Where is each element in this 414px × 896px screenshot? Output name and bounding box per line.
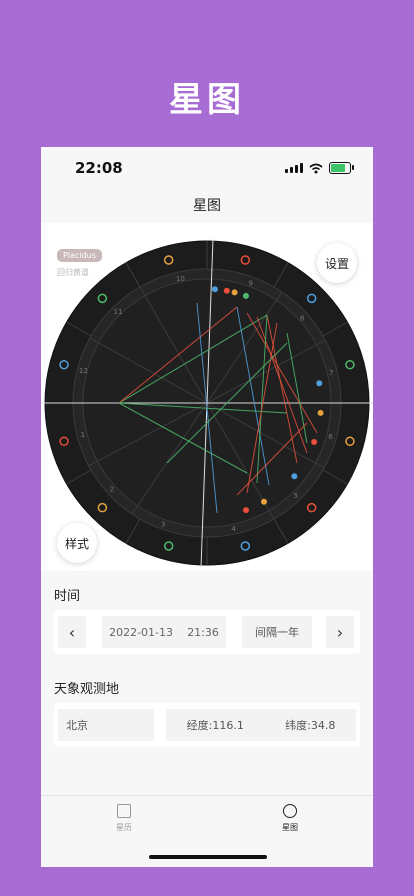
planet-marker [223, 287, 230, 294]
house-number: 11 [114, 308, 123, 316]
nav-title: 星图 [193, 198, 221, 214]
house-number: 3 [161, 520, 165, 528]
settings-button[interactable]: 设置 [317, 243, 357, 283]
status-icons [285, 161, 354, 175]
datetime-picker[interactable]: 2022-01-13 21:36 [102, 616, 226, 648]
location-selector: 北京 经度:116.1 纬度:34.8 [54, 703, 360, 747]
hero-title: 星图 [169, 80, 245, 120]
longitude-value: 经度:116.1 [186, 719, 244, 732]
city-field[interactable]: 北京 [58, 709, 154, 741]
status-time: 22:08 [75, 159, 123, 177]
house-number: 4 [231, 525, 236, 533]
tab-chart-label: 星图 [282, 823, 298, 832]
house-number: 7 [329, 369, 333, 377]
tab-ephemeris[interactable]: 星历 [94, 804, 154, 833]
planet-marker [261, 498, 267, 505]
date-value: 2022-01-13 [109, 625, 174, 639]
latitude-value: 纬度:34.8 [285, 719, 336, 732]
zodiac-mode-label: 回归黄道 [57, 268, 89, 277]
location-section-title: 天象观测地 [54, 682, 120, 697]
chart-icon [283, 804, 297, 818]
house-number: 8 [300, 314, 304, 322]
wifi-icon [309, 163, 323, 173]
planet-marker [242, 292, 249, 299]
battery-icon [329, 162, 354, 174]
planet-marker [317, 409, 324, 416]
signal-icon [285, 163, 303, 173]
planet-marker [242, 507, 249, 514]
next-time-button[interactable]: › [326, 616, 354, 648]
home-indicator [149, 855, 267, 859]
time-value: 21:36 [187, 625, 219, 639]
planet-marker [311, 438, 318, 445]
status-bar: 22:08 [41, 147, 373, 191]
house-number: 12 [79, 367, 88, 375]
time-selector: ‹ 2022-01-13 21:36 间隔一年 › [54, 610, 360, 654]
tab-ephemeris-label: 星历 [116, 823, 132, 832]
chart-card: 1 2 3 4 5 6 7 8 9 10 11 12 Placidus 回归黄道 设置 样式 [41, 223, 373, 571]
interval-selector[interactable]: 间隔一年 [242, 616, 312, 648]
house-system-badge[interactable]: Placidus [57, 249, 102, 262]
planet-marker [231, 289, 238, 296]
tab-chart[interactable]: 星图 [260, 804, 320, 833]
house-number: 10 [176, 275, 185, 283]
coordinates-field[interactable]: 经度:116.1 纬度:34.8 [166, 709, 356, 741]
house-number: 6 [328, 433, 333, 441]
house-number: 1 [81, 431, 85, 439]
style-button[interactable]: 样式 [57, 523, 97, 563]
planet-marker [211, 286, 218, 293]
planet-marker [291, 473, 298, 480]
prev-time-button[interactable]: ‹ [58, 616, 86, 648]
house-number: 2 [110, 486, 114, 494]
house-number: 5 [294, 492, 298, 500]
phone-frame: 22:08 星图 1 2 3 4 5 6 7 8 9 10 11 12 Placidus 回归黄道 设… [41, 147, 373, 867]
house-number: 9 [249, 280, 253, 288]
time-section-title: 时间 [54, 589, 81, 604]
calendar-icon [117, 804, 131, 818]
planet-marker [316, 380, 323, 387]
